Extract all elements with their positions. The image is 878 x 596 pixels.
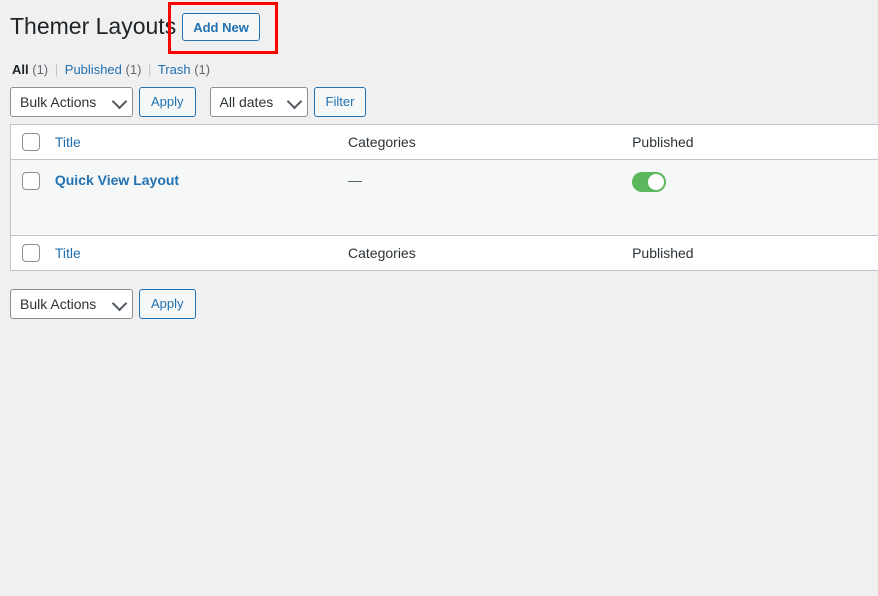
bulk-actions-select-bottom[interactable]: Bulk Actions: [10, 289, 133, 319]
column-header-categories: Categories: [338, 124, 623, 161]
bulk-actions-select-bottom-value: Bulk Actions: [20, 296, 97, 312]
filter-button[interactable]: Filter: [313, 87, 367, 117]
status-separator-1: |: [54, 62, 59, 77]
column-footer-categories: Categories: [338, 235, 623, 271]
tablenav-bottom: Bulk Actions Apply: [10, 289, 196, 319]
table-row: Quick View Layout —: [10, 159, 878, 236]
published-toggle[interactable]: [632, 172, 667, 193]
add-new-button[interactable]: Add New: [182, 13, 260, 41]
page-header: Themer Layouts Add New: [10, 10, 260, 44]
status-link-published[interactable]: Published: [65, 62, 122, 77]
table-header-row: Title Categories Published: [10, 124, 878, 161]
row-categories-cell: —: [338, 159, 623, 236]
status-count-all: (1): [32, 62, 49, 77]
status-link-trash[interactable]: Trash: [158, 62, 191, 77]
status-count-published: (1): [125, 62, 142, 77]
status-separator-2: |: [148, 62, 152, 77]
bulk-actions-select-top[interactable]: Bulk Actions: [10, 87, 133, 117]
table-head: Title Categories Published: [10, 124, 878, 161]
column-footer-published: Published: [622, 235, 878, 271]
bulk-actions-select-top-value: Bulk Actions: [20, 94, 97, 110]
select-all-checkbox-top[interactable]: [22, 133, 40, 152]
column-footer-title: Title: [44, 235, 339, 271]
themer-layouts-table: Title Categories Published Quick View La…: [10, 124, 878, 272]
chevron-down-icon: [286, 93, 302, 110]
select-all-footer-cell: [10, 235, 45, 271]
row-checkbox[interactable]: [22, 172, 40, 191]
row-select-cell: [10, 159, 45, 236]
apply-button-bottom[interactable]: Apply: [139, 289, 196, 319]
status-link-all[interactable]: All: [12, 62, 29, 77]
row-title-cell: Quick View Layout: [44, 159, 339, 236]
row-categories-value: —: [348, 172, 363, 189]
row-published-cell: [622, 159, 878, 236]
table-body: Quick View Layout —: [10, 159, 878, 236]
column-header-published: Published: [622, 124, 878, 161]
row-title-link[interactable]: Quick View Layout: [55, 172, 179, 188]
apply-button-top[interactable]: Apply: [139, 87, 196, 117]
column-header-title: Title: [44, 124, 339, 161]
column-footer-title-link[interactable]: Title: [55, 245, 81, 261]
date-filter-select-value: All dates: [219, 94, 274, 110]
status-count-trash: (1): [194, 62, 211, 77]
chevron-down-icon: [111, 295, 128, 312]
date-filter-select[interactable]: All dates: [209, 87, 308, 117]
chevron-down-icon: [111, 93, 128, 110]
column-header-title-link[interactable]: Title: [55, 134, 81, 150]
select-all-checkbox-bottom[interactable]: [22, 244, 40, 263]
table-footer-row: Title Categories Published: [10, 235, 878, 271]
page-title: Themer Layouts: [10, 13, 177, 40]
select-all-header-cell: [10, 124, 45, 161]
table-foot: Title Categories Published: [10, 235, 878, 271]
tablenav-top: Bulk Actions Apply All dates Filter: [10, 87, 367, 117]
published-toggle-knob: [648, 174, 665, 191]
status-filter-links: All (1) | Published (1) | Trash (1): [12, 60, 210, 80]
